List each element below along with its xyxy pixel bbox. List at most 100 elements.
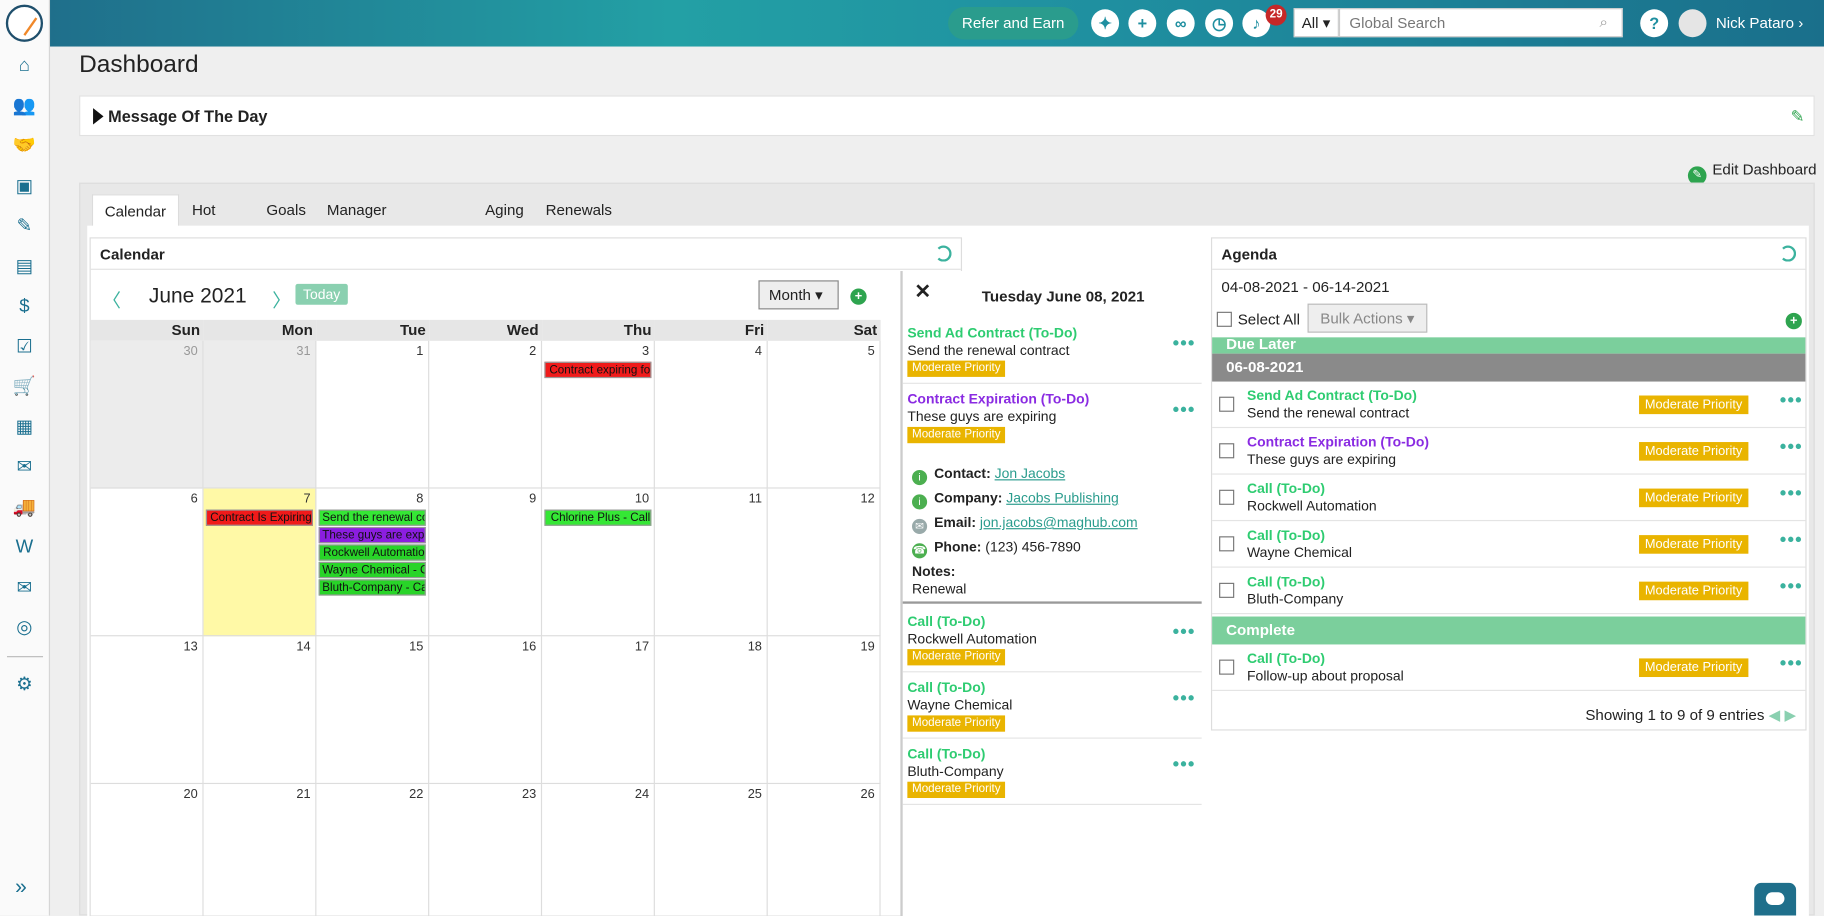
gear-icon[interactable]: ⚙ [12,674,38,697]
tab-renewals[interactable]: Renewals [534,194,624,227]
table-row[interactable]: Send Ad Contract (To-Do) Send the renewa… [1212,382,1806,429]
calendar-day[interactable]: 6 [90,488,204,637]
refresh-icon[interactable] [935,245,952,262]
calendar-day[interactable]: 16 [429,636,543,785]
row-checkbox[interactable] [1219,396,1235,412]
search-icon[interactable]: ⌕ [1599,13,1615,30]
calendar-event[interactable]: Contract Is Expiring [205,509,313,526]
row-title[interactable]: Call (To-Do) [1247,480,1325,496]
item-title[interactable]: Call (To-Do) [907,679,985,695]
help-icon[interactable]: ? [1640,9,1669,38]
bulk-actions-select[interactable]: Bulk Actions ▾ [1307,303,1428,333]
calendar-day[interactable]: 13 [90,636,204,785]
more-options-icon[interactable]: ••• [1780,484,1803,505]
chat-icon[interactable] [1754,882,1797,916]
row-title[interactable]: Send Ad Contract (To-Do) [1247,387,1417,403]
calendar-day[interactable]: 30 [90,340,204,489]
celebration-icon[interactable]: ✦ [1091,9,1120,38]
select-all-checkbox[interactable] [1216,311,1232,327]
add-icon[interactable]: + [1128,9,1157,38]
calendar-event[interactable]: Wayne Chemical - C [318,561,426,579]
tab-hot-list[interactable]: Hot List [180,194,227,251]
calendar-day[interactable]: 7 Contract Is Expiring [203,488,317,637]
item-title[interactable]: Call (To-Do) [907,746,985,762]
calendar-event[interactable]: Rockwell Automatio [318,544,426,561]
calendar-day[interactable]: 18 [654,636,768,785]
row-checkbox[interactable] [1219,443,1235,459]
refresh-icon[interactable] [1779,245,1797,262]
more-options-icon[interactable]: ••• [1173,400,1196,421]
select-all[interactable]: Select All [1216,311,1300,328]
item-title[interactable]: Contract Expiration (To-Do) [907,391,1089,407]
table-row[interactable]: Call (To-Do) Rockwell Automation Moderat… [1212,475,1806,522]
more-options-icon[interactable]: ••• [1780,437,1803,458]
calendar-day[interactable]: 20 [91,784,204,916]
calendar-day[interactable]: 23 [429,784,543,916]
company-link[interactable]: Jacobs Publishing [1006,490,1119,506]
prev-month-button[interactable]: 〈 [102,285,121,313]
calendar-day[interactable]: 2 [429,340,543,489]
add-event-icon[interactable]: + [850,288,867,305]
cart-icon[interactable]: 🛒 [12,376,38,399]
more-options-icon[interactable]: ••• [1173,622,1196,643]
list-item[interactable]: Contract Expiration (To-Do) These guys a… [903,384,1202,451]
truck-icon[interactable]: 🚚 [12,497,38,520]
add-agenda-icon[interactable]: + [1785,312,1802,330]
document-icon[interactable]: ▤ [12,256,38,279]
calendar-day[interactable]: 5 [767,340,881,489]
refer-and-earn-button[interactable]: Refer and Earn [948,6,1079,40]
more-options-icon[interactable]: ••• [1780,577,1803,598]
more-options-icon[interactable]: ••• [1780,530,1803,551]
tab-manager-dashboard[interactable]: Manager Dashboard [315,194,412,251]
mailbox-icon[interactable]: ✉ [12,456,38,479]
avatar[interactable] [1678,9,1707,38]
calendar-day[interactable]: 26 [768,784,881,916]
calendar-day[interactable]: 10 Chlorine Plus - Call [542,488,655,637]
contact-link[interactable]: Jon Jacobs [995,465,1066,481]
more-options-icon[interactable]: ••• [1780,391,1803,412]
calendar-day[interactable]: 11 [654,488,768,637]
calendar-day[interactable]: 17 [542,636,655,785]
list-item[interactable]: Call (To-Do) Rockwell Automation Moderat… [902,606,1202,673]
calendar-day[interactable]: 19 [767,636,881,785]
more-options-icon[interactable]: ••• [1173,689,1196,710]
calendar-day[interactable]: 3 Contract expiring fo [542,340,655,489]
calendar-day[interactable]: 25 [655,784,768,916]
table-row[interactable]: Call (To-Do) Wayne Chemical Moderate Pri… [1212,521,1806,568]
next-month-button[interactable]: 〉 [272,285,291,313]
prev-page-icon[interactable]: ◀ [1769,706,1781,723]
close-icon[interactable]: ✕ [914,280,931,303]
row-checkbox[interactable] [1219,536,1235,552]
ticket-icon[interactable]: ✎ [12,215,38,238]
list-item[interactable]: Send Ad Contract (To-Do) Send the renewa… [902,318,1202,384]
table-row[interactable]: Call (To-Do) Follow-up about proposal Mo… [1212,644,1806,691]
table-row[interactable]: Contract Expiration (To-Do) These guys a… [1212,428,1806,475]
calendar-event[interactable]: Contract expiring fo [544,361,652,379]
item-title[interactable]: Send Ad Contract (To-Do) [907,325,1077,341]
row-title[interactable]: Contract Expiration (To-Do) [1247,434,1429,450]
row-checkbox[interactable] [1219,659,1235,675]
email-link[interactable]: jon.jacobs@maghub.com [980,514,1138,530]
list-item[interactable]: Call (To-Do) Bluth-Company Moderate Prio… [902,739,1202,805]
row-title[interactable]: Call (To-Do) [1247,527,1325,543]
calendar-day[interactable]: 1 [316,340,430,489]
search-scope-select[interactable]: All ▾ [1293,8,1339,38]
user-name[interactable]: Nick Pataro › [1716,14,1803,31]
calendar-day[interactable]: 21 [204,784,317,916]
more-options-icon[interactable]: ••• [1780,654,1803,675]
image-icon[interactable]: ▣ [12,176,38,199]
support-icon[interactable]: ◎ [12,617,38,640]
calendar-icon[interactable]: ▦ [12,416,38,439]
home-icon[interactable]: ⌂ [12,55,38,78]
calendar-day[interactable]: 4 [654,340,768,489]
tab-goals[interactable]: Goals [255,194,318,227]
app-logo[interactable] [5,4,44,42]
message-of-the-day[interactable]: Message Of The Day ✎ [79,95,1815,137]
row-checkbox[interactable] [1219,489,1235,505]
calendar-event[interactable]: Chlorine Plus - Call [544,509,652,526]
expand-triangle-icon[interactable] [93,108,104,125]
calendar-event[interactable]: Send the renewal co [318,509,426,526]
mail-icon[interactable]: ✉ [12,577,38,600]
row-checkbox[interactable] [1219,582,1235,598]
handshake-icon[interactable]: 🤝 [12,135,38,158]
